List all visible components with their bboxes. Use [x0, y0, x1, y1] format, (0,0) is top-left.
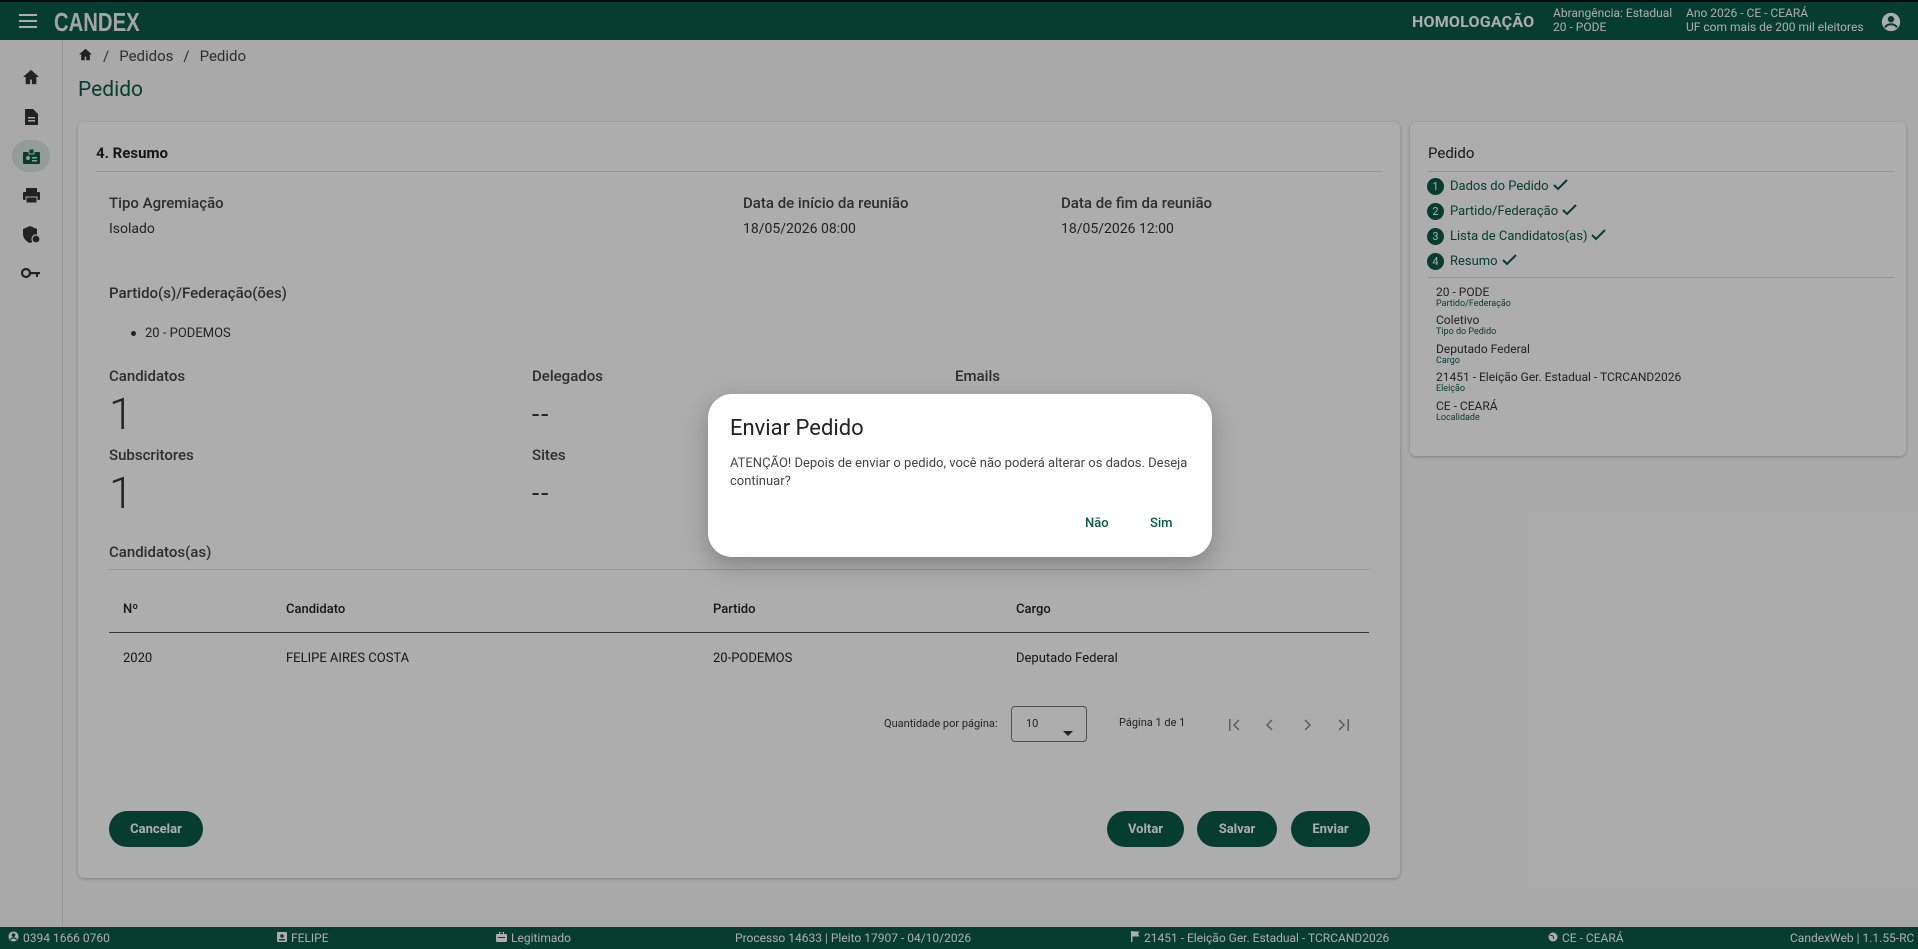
dialog-no-button[interactable]: Não: [1085, 516, 1109, 531]
send-order-dialog: Enviar Pedido ATENÇÃO! Depois de enviar …: [708, 394, 1212, 557]
dialog-message: ATENÇÃO! Depois de enviar o pedido, você…: [730, 456, 1188, 489]
dialog-yes-button[interactable]: Sim: [1150, 516, 1173, 531]
dialog-title: Enviar Pedido: [730, 416, 864, 441]
